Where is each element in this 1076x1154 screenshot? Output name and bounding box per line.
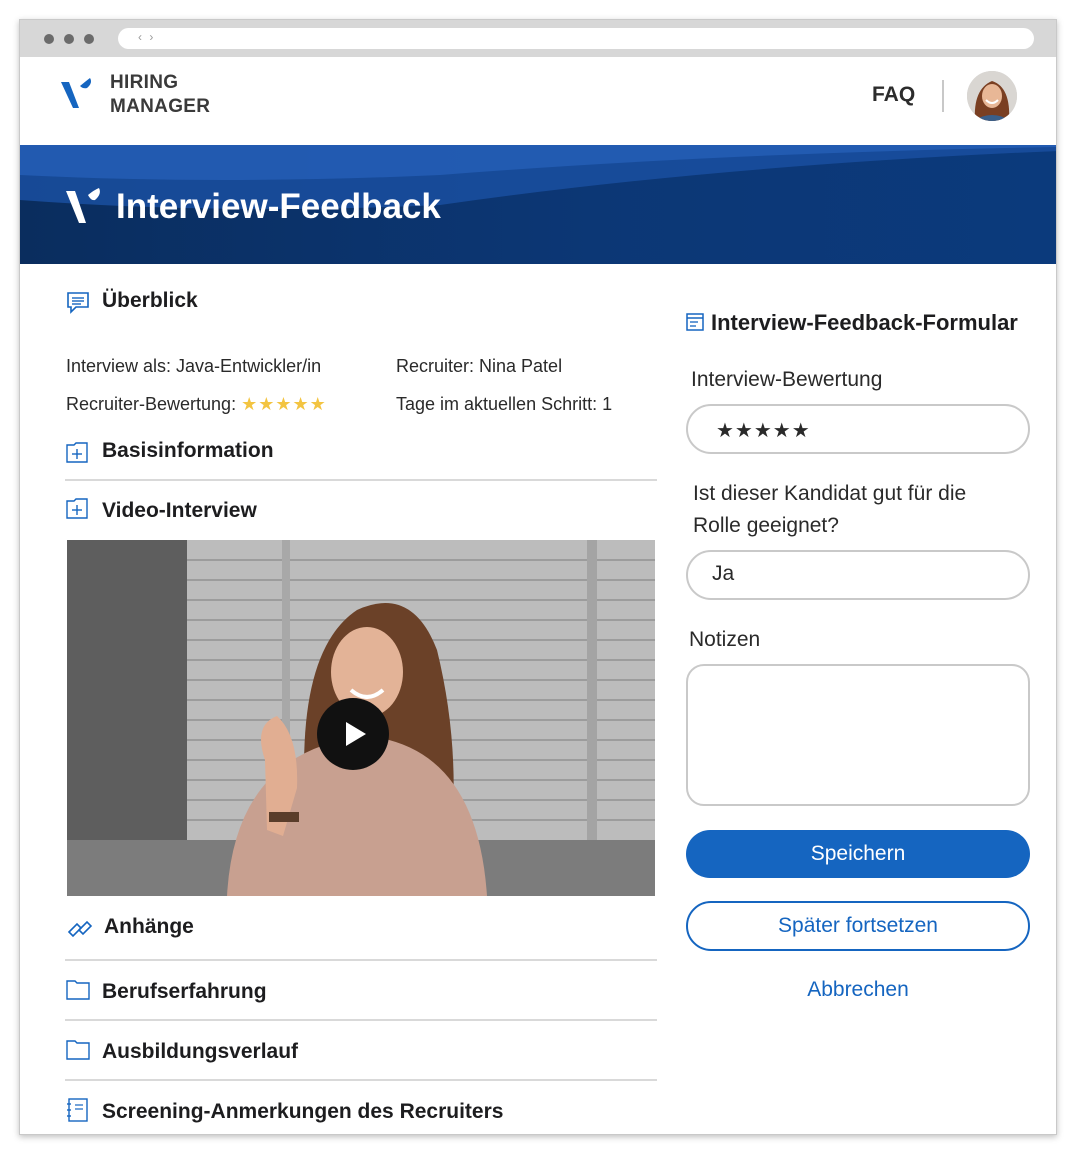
brand-logo-icon[interactable] (60, 77, 96, 113)
recruiter-rating: Recruiter-Bewertung: ★★★★★ (66, 394, 327, 415)
address-bar[interactable]: ‹ › (118, 28, 1034, 49)
notes-textarea[interactable] (686, 664, 1030, 806)
continue-later-button[interactable]: Später fortsetzen (686, 901, 1030, 951)
folder-icon[interactable] (66, 1038, 90, 1060)
section-screening-notes[interactable]: Screening-Anmerkungen des Recruiters (102, 1100, 503, 1124)
section-basic-info[interactable]: Basisinformation (102, 439, 274, 463)
brand-name: HIRING MANAGER (110, 71, 210, 119)
fit-label-line-2: Rolle geeignet? (693, 514, 839, 537)
play-button[interactable] (317, 698, 389, 770)
form-title: Interview-Feedback-Formular (711, 310, 1018, 335)
fit-label: Ist dieser Kandidat gut für die Rolle ge… (693, 478, 966, 542)
faq-link[interactable]: FAQ (872, 83, 915, 107)
recruiter-name: Recruiter: Nina Patel (396, 356, 563, 376)
rating-stars[interactable]: ★★★★★ (716, 418, 811, 443)
divider (65, 1079, 657, 1081)
interview-as: Interview als: Java-Entwickler/in (66, 356, 322, 376)
browser-chrome: ‹ › (20, 20, 1056, 57)
back-forward-icon[interactable]: ‹ › (138, 30, 155, 44)
save-button[interactable]: Speichern (686, 830, 1030, 878)
user-avatar-image (967, 71, 1017, 121)
recruiter-rating-stars: ★★★★★ (241, 394, 327, 414)
fit-select[interactable]: Ja (686, 550, 1030, 600)
top-navigation: HIRING MANAGER FAQ (20, 57, 1056, 145)
banner-logo-icon (66, 188, 100, 223)
video-player[interactable] (67, 540, 655, 896)
cancel-button[interactable]: Abbrechen (686, 978, 1030, 1002)
window-dot-icon (64, 34, 74, 44)
window-dot-icon (84, 34, 94, 44)
notes-label: Notizen (689, 628, 761, 651)
form-icon (686, 313, 704, 331)
section-work-experience[interactable]: Berufserfahrung (102, 980, 267, 1004)
brand-line-2: MANAGER (110, 96, 211, 117)
fit-label-line-1: Ist dieser Kandidat gut für die (693, 482, 967, 505)
attachment-link-icon (67, 920, 93, 938)
expand-plus-icon[interactable] (66, 497, 88, 519)
recruiter-rating-label: Recruiter-Bewertung: (66, 394, 237, 414)
days-in-step: Tage im aktuellen Schritt: 1 (396, 394, 613, 414)
page-banner: Interview-Feedback (20, 145, 1056, 264)
chat-icon (67, 292, 89, 314)
notebook-icon[interactable] (66, 1098, 88, 1122)
folder-icon[interactable] (66, 978, 90, 1000)
divider (65, 959, 657, 961)
browser-window: ‹ › HIRING MANAGER FAQ Interview-Feedbac… (19, 19, 1057, 1135)
divider (65, 479, 657, 481)
rating-field[interactable]: ★★★★★ (686, 404, 1030, 454)
divider (65, 1019, 657, 1021)
window-dot-icon (44, 34, 54, 44)
nav-divider (942, 80, 944, 112)
section-education[interactable]: Ausbildungsverlauf (102, 1040, 298, 1064)
rating-label: Interview-Bewertung (691, 368, 883, 391)
section-attachments[interactable]: Anhänge (104, 915, 194, 939)
fit-value: Ja (712, 562, 735, 585)
expand-plus-icon[interactable] (66, 441, 88, 463)
page-title: Interview-Feedback (116, 187, 441, 226)
brand-line-1: HIRING (110, 72, 179, 93)
user-avatar[interactable] (967, 71, 1017, 121)
overview-title: Überblick (102, 289, 198, 312)
section-video-interview[interactable]: Video-Interview (102, 499, 257, 523)
